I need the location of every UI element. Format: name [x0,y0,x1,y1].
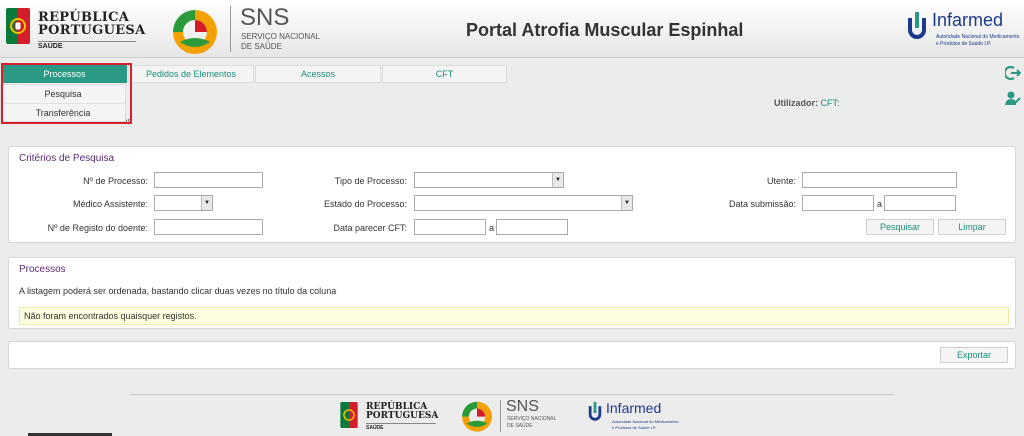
registo-doente-input[interactable] [154,219,263,235]
republica-line3: SAÚDE [38,43,63,50]
sort-info-text: A listagem poderá ser ordenada, bastando… [19,286,337,296]
export-panel: Exportar [8,341,1016,369]
chevron-down-icon: ▼ [201,196,212,210]
user-edit-icon[interactable] [1005,90,1021,106]
processos-panel: Processos A listagem poderá ser ordenada… [8,257,1016,329]
republica-line2: PORTUGUESA [38,23,146,38]
sns-logo: SNS SERVIÇO NACIONAL DE SAÚDE [170,4,330,54]
footer-republica-line2: PORTUGUESA [366,411,439,421]
chevron-down-icon: ▼ [552,173,563,187]
utente-label: Utente: [766,176,796,186]
infarmed-mark-icon [588,402,602,421]
search-panel-title: Critérios de Pesquisa [19,153,115,164]
footer-sns-title: SNS [506,398,539,415]
logout-icon[interactable] [1005,66,1021,80]
medico-label: Médico Assistente: [72,199,148,209]
footer-sns-line2: DE SAÚDE [507,423,533,429]
sns-line1: SERVIÇO NACIONAL [241,32,320,41]
medico-select[interactable]: ▼ [154,195,213,211]
tipo-processo-label: Tipo de Processo: [334,176,407,186]
range-separator: a [489,223,495,233]
n-processo-input[interactable] [154,172,263,188]
tab-acessos[interactable]: Acessos [255,65,381,83]
divider [366,423,436,424]
portuguese-flag-icon [6,8,30,44]
tab-pedidos-elementos[interactable]: Pedidos de Elementos [128,65,254,83]
n-processo-label: Nº de Processo: [83,176,148,186]
search-panel: Critérios de Pesquisa Nº de Processo: Ti… [8,146,1016,243]
sns-mark-icon [173,10,217,54]
highlight-box [1,63,132,124]
header: REPÚBLICA PORTUGUESA SAÚDE SNS SERVIÇO N… [0,0,1024,58]
data-submissao-from[interactable] [802,195,874,211]
portuguese-flag-icon [340,402,358,428]
processos-panel-title: Processos [19,264,66,275]
estado-select[interactable]: ▼ [414,195,633,211]
sns-mark-icon [462,401,492,432]
republica-portuguesa-logo: REPÚBLICA PORTUGUESA SAÚDE [6,8,145,52]
pesquisar-button[interactable]: Pesquisar [866,219,934,235]
footer-infarmed-sub1: Autoridade Nacional do Medicamento [612,419,679,424]
user-info: Utilizador: CFT: [774,98,840,108]
user-value: CFT: [820,98,840,108]
sns-line2: DE SAÚDE [241,42,282,51]
sns-separator [230,6,231,52]
infarmed-title: Infarmed [932,10,1004,30]
tab-cft[interactable]: CFT [382,65,507,83]
divider [38,41,136,42]
range-separator: a [877,199,883,209]
footer-republica-logo: REPÚBLICA PORTUGUESA SAÚDE [340,400,440,434]
footer-infarmed-sub2: e Produtos de Saúde I.P. [612,425,657,430]
main-nav: Processos Pedidos de Elementos Acessos C… [0,64,1024,84]
footer-sns-logo: SNS SERVIÇO NACIONAL DE SAÚDE [460,398,570,434]
empty-results-notice: Não foram encontrados quaisquer registos… [19,307,1009,325]
portal-title: Portal Atrofia Muscular Espinhal [466,20,744,40]
registo-doente-label: Nº de Registo do doente: [47,223,148,233]
data-submissao-to[interactable] [884,195,956,211]
infarmed-sub2: e Produtos de Saúde I.P. [936,41,992,47]
footer-sns-line1: SERVIÇO NACIONAL [507,416,557,422]
data-parecer-to[interactable] [496,219,568,235]
footer-divider [130,394,894,395]
infarmed-mark-icon [908,12,926,39]
data-parecer-label: Data parecer CFT: [333,223,407,233]
footer-republica-line3: SAÚDE [366,425,384,431]
user-label: Utilizador: [774,98,818,108]
data-parecer-from[interactable] [414,219,486,235]
estado-label: Estado do Processo: [323,199,407,209]
infarmed-logo: Infarmed Autoridade Nacional do Medicame… [904,10,1020,52]
exportar-button[interactable]: Exportar [940,347,1008,363]
infarmed-sub1: Autoridade Nacional do Medicamento [936,34,1020,40]
footer-infarmed-logo: Infarmed Autoridade Nacional do Medicame… [586,400,682,434]
utente-input[interactable] [802,172,957,188]
sns-separator [500,400,501,432]
tipo-processo-select[interactable]: ▼ [414,172,564,188]
limpar-button[interactable]: Limpar [938,219,1006,235]
sns-title: SNS [240,4,290,31]
chevron-down-icon: ▼ [621,196,632,210]
footer-infarmed-title: Infarmed [606,400,662,416]
data-submissao-label: Data submissão: [728,199,796,209]
